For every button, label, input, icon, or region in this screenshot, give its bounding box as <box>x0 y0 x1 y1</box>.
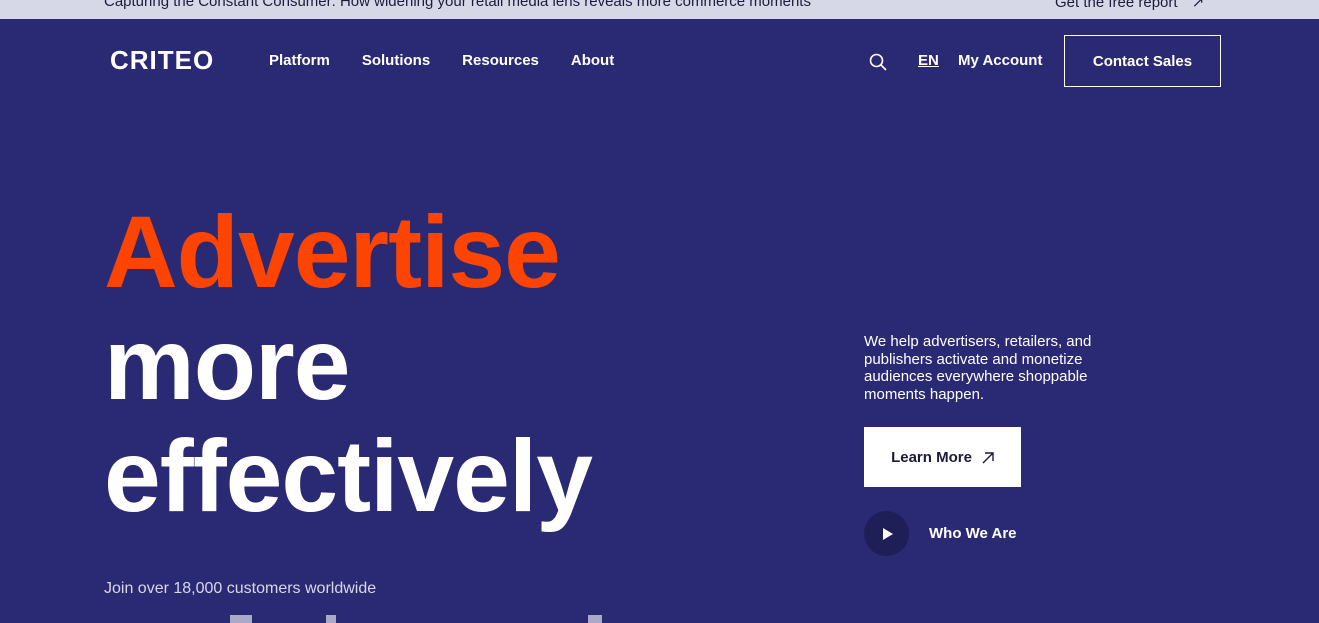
nav-solutions[interactable]: Solutions <box>362 52 430 70</box>
headline-line-3: effectively <box>104 419 593 533</box>
announcement-cta-label: Get the free report <box>1055 0 1178 11</box>
arrow-up-right-icon: ↗ <box>1191 0 1205 11</box>
play-icon[interactable] <box>864 511 909 556</box>
customer-logo <box>326 615 336 623</box>
who-we-are-link[interactable]: Who We Are <box>864 511 1017 556</box>
announcement-cta[interactable]: Get the free report ↗ <box>1055 0 1204 11</box>
announcement-message[interactable]: Capturing the Constant Consumer: How wid… <box>104 0 811 10</box>
headline-line-2: more <box>104 307 350 421</box>
customer-logo <box>588 615 602 623</box>
hero-headline: Advertise more effectively <box>104 195 593 533</box>
contact-sales-button[interactable]: Contact Sales <box>1064 35 1221 87</box>
learn-more-label: Learn More <box>891 448 972 466</box>
customer-logos-strip <box>230 615 630 623</box>
main-nav: Platform Solutions Resources About <box>269 52 646 70</box>
language-selector[interactable]: EN <box>918 52 939 70</box>
customers-count-text: Join over 18,000 customers worldwide <box>104 580 377 597</box>
search-icon[interactable] <box>868 52 888 72</box>
site-header: CRITEO Platform Solutions Resources Abou… <box>0 19 1319 103</box>
headline-line-1: Advertise <box>104 195 561 309</box>
nav-platform[interactable]: Platform <box>269 52 330 70</box>
nav-resources[interactable]: Resources <box>462 52 539 70</box>
hero-description: We help advertisers, retailers, and publ… <box>864 333 1092 403</box>
who-we-are-label: Who We Are <box>929 525 1017 542</box>
criteo-logo[interactable]: CRITEO <box>110 45 214 75</box>
my-account-link[interactable]: My Account <box>958 52 1042 70</box>
customer-logo <box>230 615 252 623</box>
nav-about[interactable]: About <box>571 52 614 70</box>
learn-more-button[interactable]: Learn More <box>864 427 1021 487</box>
arrow-up-right-icon <box>982 451 994 464</box>
announcement-bar: Capturing the Constant Consumer: How wid… <box>0 0 1319 19</box>
